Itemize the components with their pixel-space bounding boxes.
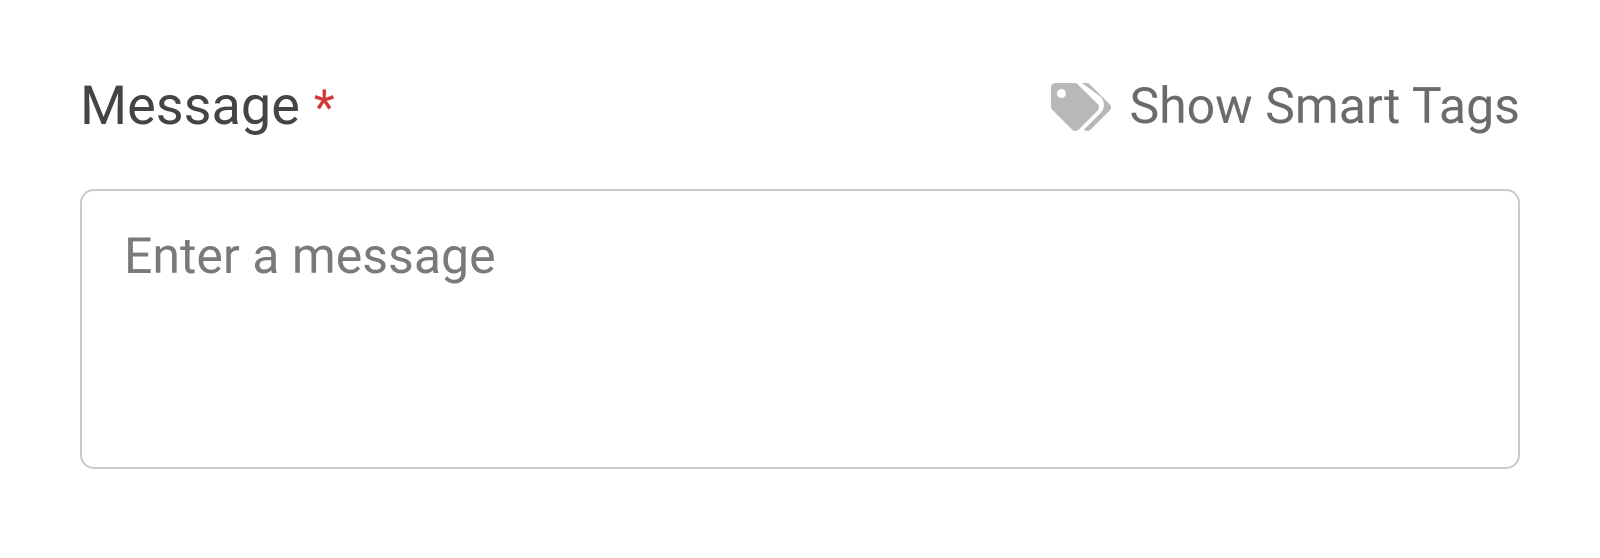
show-smart-tags-link[interactable]: Show Smart Tags: [1051, 82, 1520, 132]
message-field-label: Message: [80, 80, 300, 134]
message-input[interactable]: [80, 189, 1520, 469]
show-smart-tags-label: Show Smart Tags: [1129, 82, 1520, 132]
field-label-group: Message *: [80, 80, 335, 134]
tags-icon: [1051, 82, 1111, 132]
field-header: Message * Show Smart Tags: [80, 80, 1520, 134]
required-asterisk: *: [314, 84, 335, 132]
